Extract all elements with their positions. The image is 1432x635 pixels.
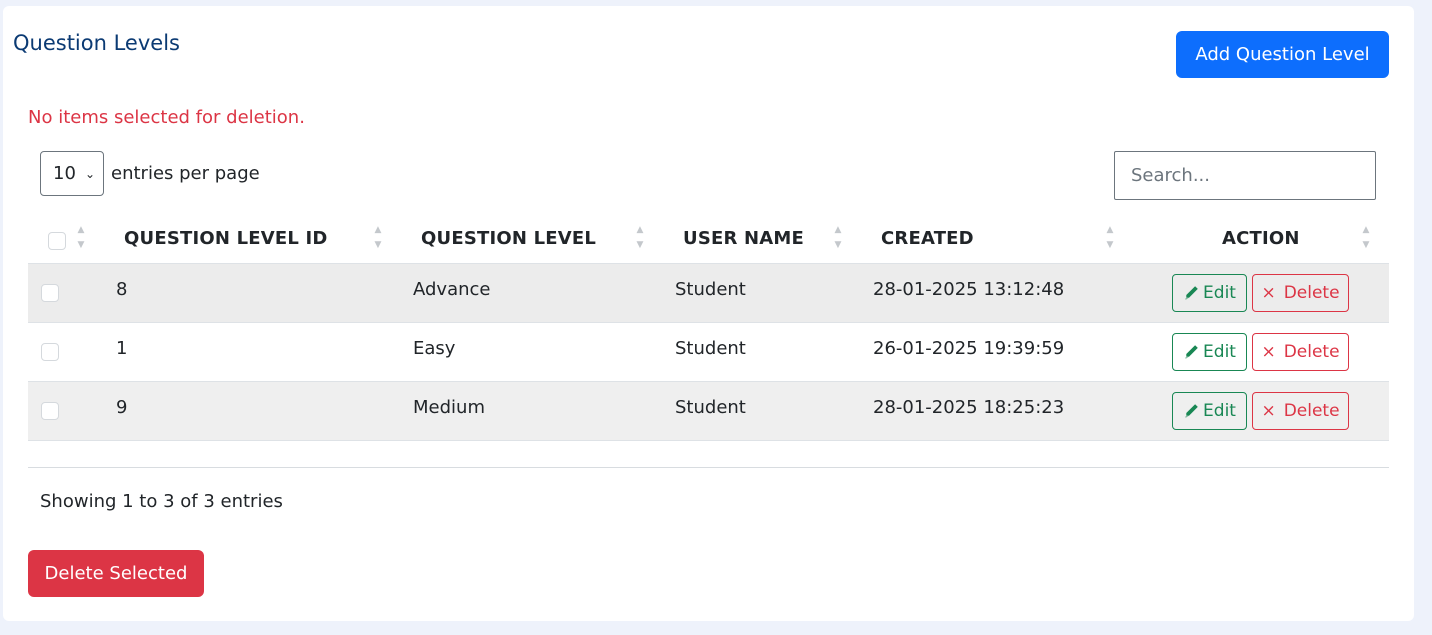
table-row: 9 Medium Student 28-01-2025 18:25:23 Edi… xyxy=(28,382,1389,441)
edit-button[interactable]: Edit xyxy=(1172,274,1247,312)
cell-user-name: Student xyxy=(675,338,746,359)
entries-per-page-label: entries per page xyxy=(111,163,260,184)
cell-created: 28-01-2025 18:25:23 xyxy=(873,397,1065,418)
column-header-question-level-id[interactable]: QUESTION LEVEL ID xyxy=(124,228,328,249)
edit-label: Edit xyxy=(1203,342,1236,362)
cell-created: 28-01-2025 13:12:48 xyxy=(873,279,1065,300)
sort-icon[interactable]: ▲ ▼ xyxy=(373,223,383,253)
sort-icon[interactable]: ▲ ▼ xyxy=(1361,223,1371,253)
chevron-down-icon: ⌄ xyxy=(84,166,95,181)
column-header-created[interactable]: CREATED xyxy=(881,228,974,249)
delete-label: Delete xyxy=(1283,342,1340,362)
cell-question-level: Easy xyxy=(413,338,456,359)
cell-question-level: Advance xyxy=(413,279,491,300)
cell-created: 26-01-2025 19:39:59 xyxy=(873,338,1065,359)
table-row: 8 Advance Student 28-01-2025 13:12:48 Ed… xyxy=(28,264,1389,323)
column-header-action[interactable]: ACTION xyxy=(1222,228,1300,249)
table-row: 1 Easy Student 26-01-2025 19:39:59 Edit … xyxy=(28,323,1389,382)
question-levels-table: ▲ ▼ QUESTION LEVEL ID ▲ ▼ QUESTION LEVEL ▲… xyxy=(28,214,1389,441)
close-icon: × xyxy=(1261,401,1276,421)
column-header-question-level[interactable]: QUESTION LEVEL xyxy=(421,228,596,249)
row-checkbox[interactable] xyxy=(41,284,59,302)
sort-icon[interactable]: ▲ ▼ xyxy=(76,223,86,253)
table-info: Showing 1 to 3 of 3 entries xyxy=(40,491,283,512)
pencil-icon xyxy=(1185,404,1198,418)
page-title: Question Levels xyxy=(13,31,180,55)
content-card: Question Levels Add Question Level No it… xyxy=(3,6,1414,621)
cell-question-level-id: 1 xyxy=(116,338,128,359)
sort-icon[interactable]: ▲ ▼ xyxy=(833,223,843,253)
select-all-checkbox[interactable] xyxy=(48,232,66,250)
delete-label: Delete xyxy=(1283,401,1340,421)
row-checkbox[interactable] xyxy=(41,402,59,420)
add-question-level-button[interactable]: Add Question Level xyxy=(1176,31,1389,78)
pencil-icon xyxy=(1185,286,1198,300)
column-header-user-name[interactable]: USER NAME xyxy=(683,228,804,249)
edit-label: Edit xyxy=(1203,401,1236,421)
delete-button[interactable]: × Delete xyxy=(1252,392,1349,430)
table-divider xyxy=(28,467,1389,468)
cell-user-name: Student xyxy=(675,397,746,418)
edit-button[interactable]: Edit xyxy=(1172,333,1247,371)
cell-question-level: Medium xyxy=(413,397,485,418)
close-icon: × xyxy=(1261,342,1276,362)
alert-message: No items selected for deletion. xyxy=(28,107,305,128)
entries-select-value: 10 xyxy=(53,163,76,184)
cell-user-name: Student xyxy=(675,279,746,300)
sort-icon[interactable]: ▲ ▼ xyxy=(635,223,645,253)
sort-icon[interactable]: ▲ ▼ xyxy=(1105,223,1115,253)
delete-selected-button[interactable]: Delete Selected xyxy=(28,550,204,597)
entries-per-page-select[interactable]: 10 ⌄ xyxy=(40,151,104,196)
delete-button[interactable]: × Delete xyxy=(1252,274,1349,312)
edit-label: Edit xyxy=(1203,283,1236,303)
table-header: ▲ ▼ QUESTION LEVEL ID ▲ ▼ QUESTION LEVEL ▲… xyxy=(28,214,1389,264)
delete-button[interactable]: × Delete xyxy=(1252,333,1349,371)
cell-question-level-id: 8 xyxy=(116,279,128,300)
row-checkbox[interactable] xyxy=(41,343,59,361)
edit-button[interactable]: Edit xyxy=(1172,392,1247,430)
delete-label: Delete xyxy=(1283,283,1340,303)
pencil-icon xyxy=(1185,345,1198,359)
cell-question-level-id: 9 xyxy=(116,397,128,418)
close-icon: × xyxy=(1261,283,1276,303)
search-input[interactable] xyxy=(1114,151,1376,200)
